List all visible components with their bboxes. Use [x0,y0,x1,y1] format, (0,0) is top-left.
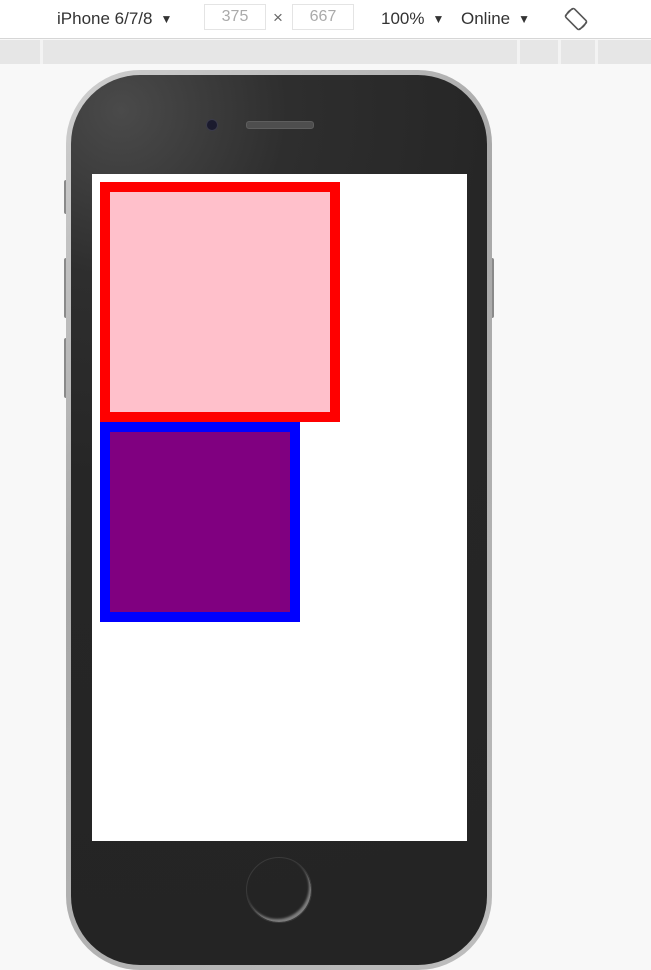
network-select-label: Online [461,9,511,28]
device-screen[interactable] [92,174,467,841]
media-query-segment[interactable] [0,40,40,64]
media-query-segment[interactable] [561,40,595,64]
purple-box [100,422,300,622]
media-query-bar [0,40,651,64]
zoom-select[interactable]: 100% ▼ [381,0,444,38]
home-button [246,857,312,923]
front-camera [206,119,218,131]
zoom-select-label: 100% [381,9,425,28]
dimension-separator: × [273,8,283,27]
rotate-device-icon[interactable] [563,6,589,32]
device-select-label: iPhone 6/7/8 [57,9,153,28]
media-query-segment[interactable] [598,40,651,64]
caret-down-icon: ▼ [432,12,445,26]
caret-down-icon: ▼ [518,12,531,26]
earpiece-speaker [246,121,314,129]
device-toolbar: iPhone 6/7/8 ▼ × 100% ▼ Online ▼ [0,0,651,39]
media-query-segment[interactable] [43,40,517,64]
pink-box [100,182,340,422]
network-throttle-select[interactable]: Online ▼ [461,0,530,38]
width-input[interactable] [204,4,266,30]
media-query-segment[interactable] [520,40,558,64]
caret-down-icon: ▼ [160,12,173,26]
height-input[interactable] [292,4,354,30]
device-select[interactable]: iPhone 6/7/8 ▼ [57,0,172,38]
